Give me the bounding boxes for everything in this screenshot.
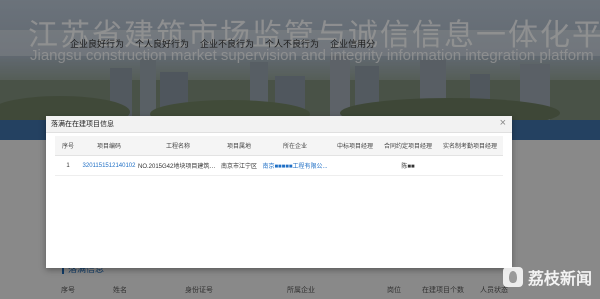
cell-project-name: NO.2015G42地块项目建筑安装... xyxy=(137,155,219,176)
cell-project-code[interactable]: 3201151512140102 xyxy=(81,155,137,176)
col-contract-manager: 合同约定项目经理 xyxy=(379,136,437,156)
watermark-text: 荔枝新闻 xyxy=(527,271,592,288)
lychee-logo-icon xyxy=(502,267,523,287)
watermark: 荔枝新闻 xyxy=(502,265,592,289)
project-table: 序号 项目编码 工程名称 项目属地 所在企业 中标项目经理 合同约定项目经理 实… xyxy=(55,136,503,176)
col-location: 项目属地 xyxy=(219,136,259,156)
cell-bid-manager xyxy=(331,155,379,176)
close-icon[interactable]: × xyxy=(500,117,506,129)
col-attendance-manager: 实名制考勤项目经理 xyxy=(437,136,503,156)
company-link[interactable]: 南京■■■■■工程有限公... xyxy=(262,164,327,170)
col-company: 所在企业 xyxy=(259,136,331,156)
col-project-name: 工程名称 xyxy=(137,136,219,156)
cell-company[interactable]: 南京■■■■■工程有限公... xyxy=(259,155,331,176)
col-project-code: 项目编码 xyxy=(81,136,137,156)
modal-header: 落满在在建项目信息 × xyxy=(46,116,512,133)
cell-contract-manager: 陈■■ xyxy=(379,155,437,176)
project-code-link[interactable]: 3201151512140102 xyxy=(83,163,136,169)
cell-location: 南京市江宁区 xyxy=(219,155,259,176)
col-index: 序号 xyxy=(55,136,81,156)
table-header-row: 序号 项目编码 工程名称 项目属地 所在企业 中标项目经理 合同约定项目经理 实… xyxy=(55,136,503,156)
cell-index: 1 xyxy=(55,155,81,176)
cell-attendance-manager xyxy=(437,155,503,176)
col-bid-manager: 中标项目经理 xyxy=(331,136,379,156)
table-row: 1 3201151512140102 NO.2015G42地块项目建筑安装...… xyxy=(55,155,503,176)
modal-title: 落满在在建项目信息 xyxy=(51,121,114,128)
project-info-modal: 落满在在建项目信息 × 序号 项目编码 工程名称 项目属地 所在企业 中标项目经… xyxy=(46,116,512,268)
